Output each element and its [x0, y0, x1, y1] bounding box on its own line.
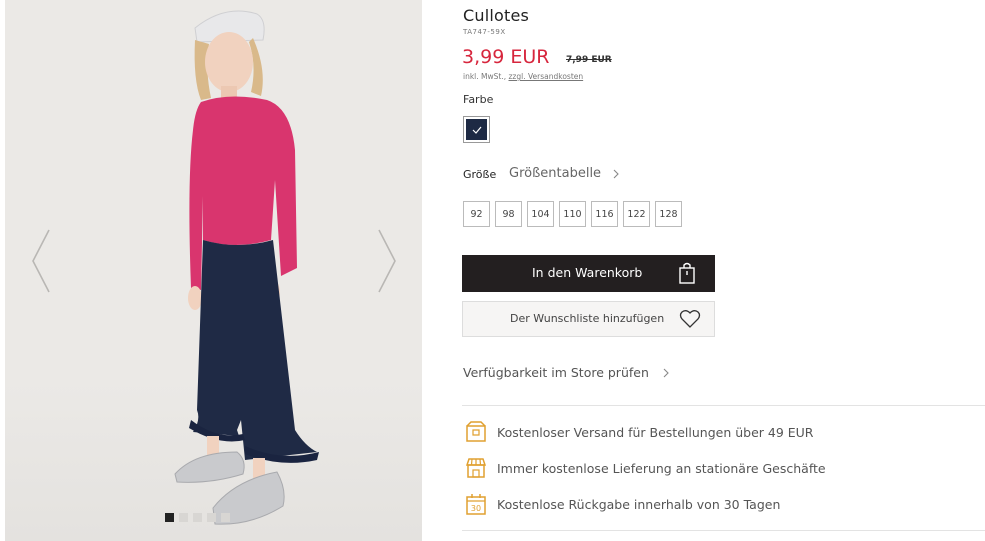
product-photo-child	[174, 10, 319, 525]
store-icon	[465, 458, 487, 478]
add-to-cart-label: In den Warenkorb	[532, 265, 643, 280]
gallery-dot-3[interactable]	[193, 513, 202, 522]
add-to-wishlist-button[interactable]: Der Wunschliste hinzufügen	[462, 301, 715, 337]
gallery-dot-2[interactable]	[179, 513, 188, 522]
size-label: Größe	[463, 168, 497, 181]
chevron-right-icon	[613, 169, 619, 178]
shopping-bag-icon	[679, 262, 695, 284]
gallery-dot-4[interactable]	[207, 513, 216, 522]
tax-text: inkl. MwSt.,	[463, 72, 509, 81]
benefit-free-shipping: Kostenloser Versand für Bestellungen übe…	[465, 421, 814, 443]
product-image-gallery	[5, 0, 422, 541]
benefit-text: Kostenloser Versand für Bestellungen übe…	[497, 424, 814, 440]
chevron-right-icon	[663, 368, 669, 377]
size-option[interactable]: 98	[495, 201, 522, 227]
store-availability-label: Verfügbarkeit im Store prüfen	[463, 365, 649, 380]
gallery-dot-5[interactable]	[221, 513, 230, 522]
store-availability-link[interactable]: Verfügbarkeit im Store prüfen	[463, 365, 669, 380]
shipping-costs-link[interactable]: zzgl. Versandkosten	[509, 72, 584, 81]
product-title: Cullotes	[463, 6, 530, 25]
add-to-cart-button[interactable]: In den Warenkorb	[462, 255, 715, 292]
svg-text:30: 30	[471, 504, 481, 513]
size-option[interactable]: 104	[527, 201, 554, 227]
benefit-free-returns: 30 Kostenlose Rückgabe innerhalb von 30 …	[465, 493, 780, 515]
benefit-store-delivery: Immer kostenlose Lieferung an stationäre…	[465, 457, 826, 479]
size-chart-link[interactable]: Größentabelle	[509, 166, 619, 181]
size-chart-label: Größentabelle	[509, 166, 602, 181]
gallery-next-arrow-icon[interactable]	[375, 228, 399, 294]
benefits-divider-bottom	[462, 530, 985, 531]
size-option[interactable]: 122	[623, 201, 650, 227]
swatch-fill	[466, 119, 487, 140]
benefits-divider-top	[462, 405, 985, 406]
check-icon	[472, 126, 481, 134]
wishlist-label: Der Wunschliste hinzufügen	[510, 312, 665, 325]
old-price: 7,99 EUR	[566, 55, 612, 65]
size-option[interactable]: 128	[655, 201, 682, 227]
color-swatch-navy[interactable]	[463, 116, 490, 143]
gallery-pagination	[165, 513, 230, 522]
gallery-prev-arrow-icon[interactable]	[29, 228, 53, 294]
color-label: Farbe	[463, 93, 494, 106]
heart-icon	[679, 310, 701, 328]
gallery-dot-1[interactable]	[165, 513, 174, 522]
current-price: 3,99 EUR	[462, 46, 550, 68]
benefit-text: Immer kostenlose Lieferung an stationäre…	[497, 460, 826, 476]
size-option[interactable]: 116	[591, 201, 618, 227]
product-details-panel: Cullotes TA747-59X 3,99 EUR 7,99 EUR ink…	[462, 0, 985, 541]
tax-note: inkl. MwSt., zzgl. Versandkosten	[463, 72, 583, 81]
benefit-text: Kostenlose Rückgabe innerhalb von 30 Tag…	[497, 496, 781, 512]
calendar-30-icon: 30	[466, 494, 486, 515]
size-option[interactable]: 92	[463, 201, 490, 227]
truck-box-icon	[466, 421, 486, 442]
product-sku: TA747-59X	[463, 28, 506, 36]
size-option[interactable]: 110	[559, 201, 586, 227]
size-options: 92 98 104 110 116 122 128	[463, 201, 682, 227]
